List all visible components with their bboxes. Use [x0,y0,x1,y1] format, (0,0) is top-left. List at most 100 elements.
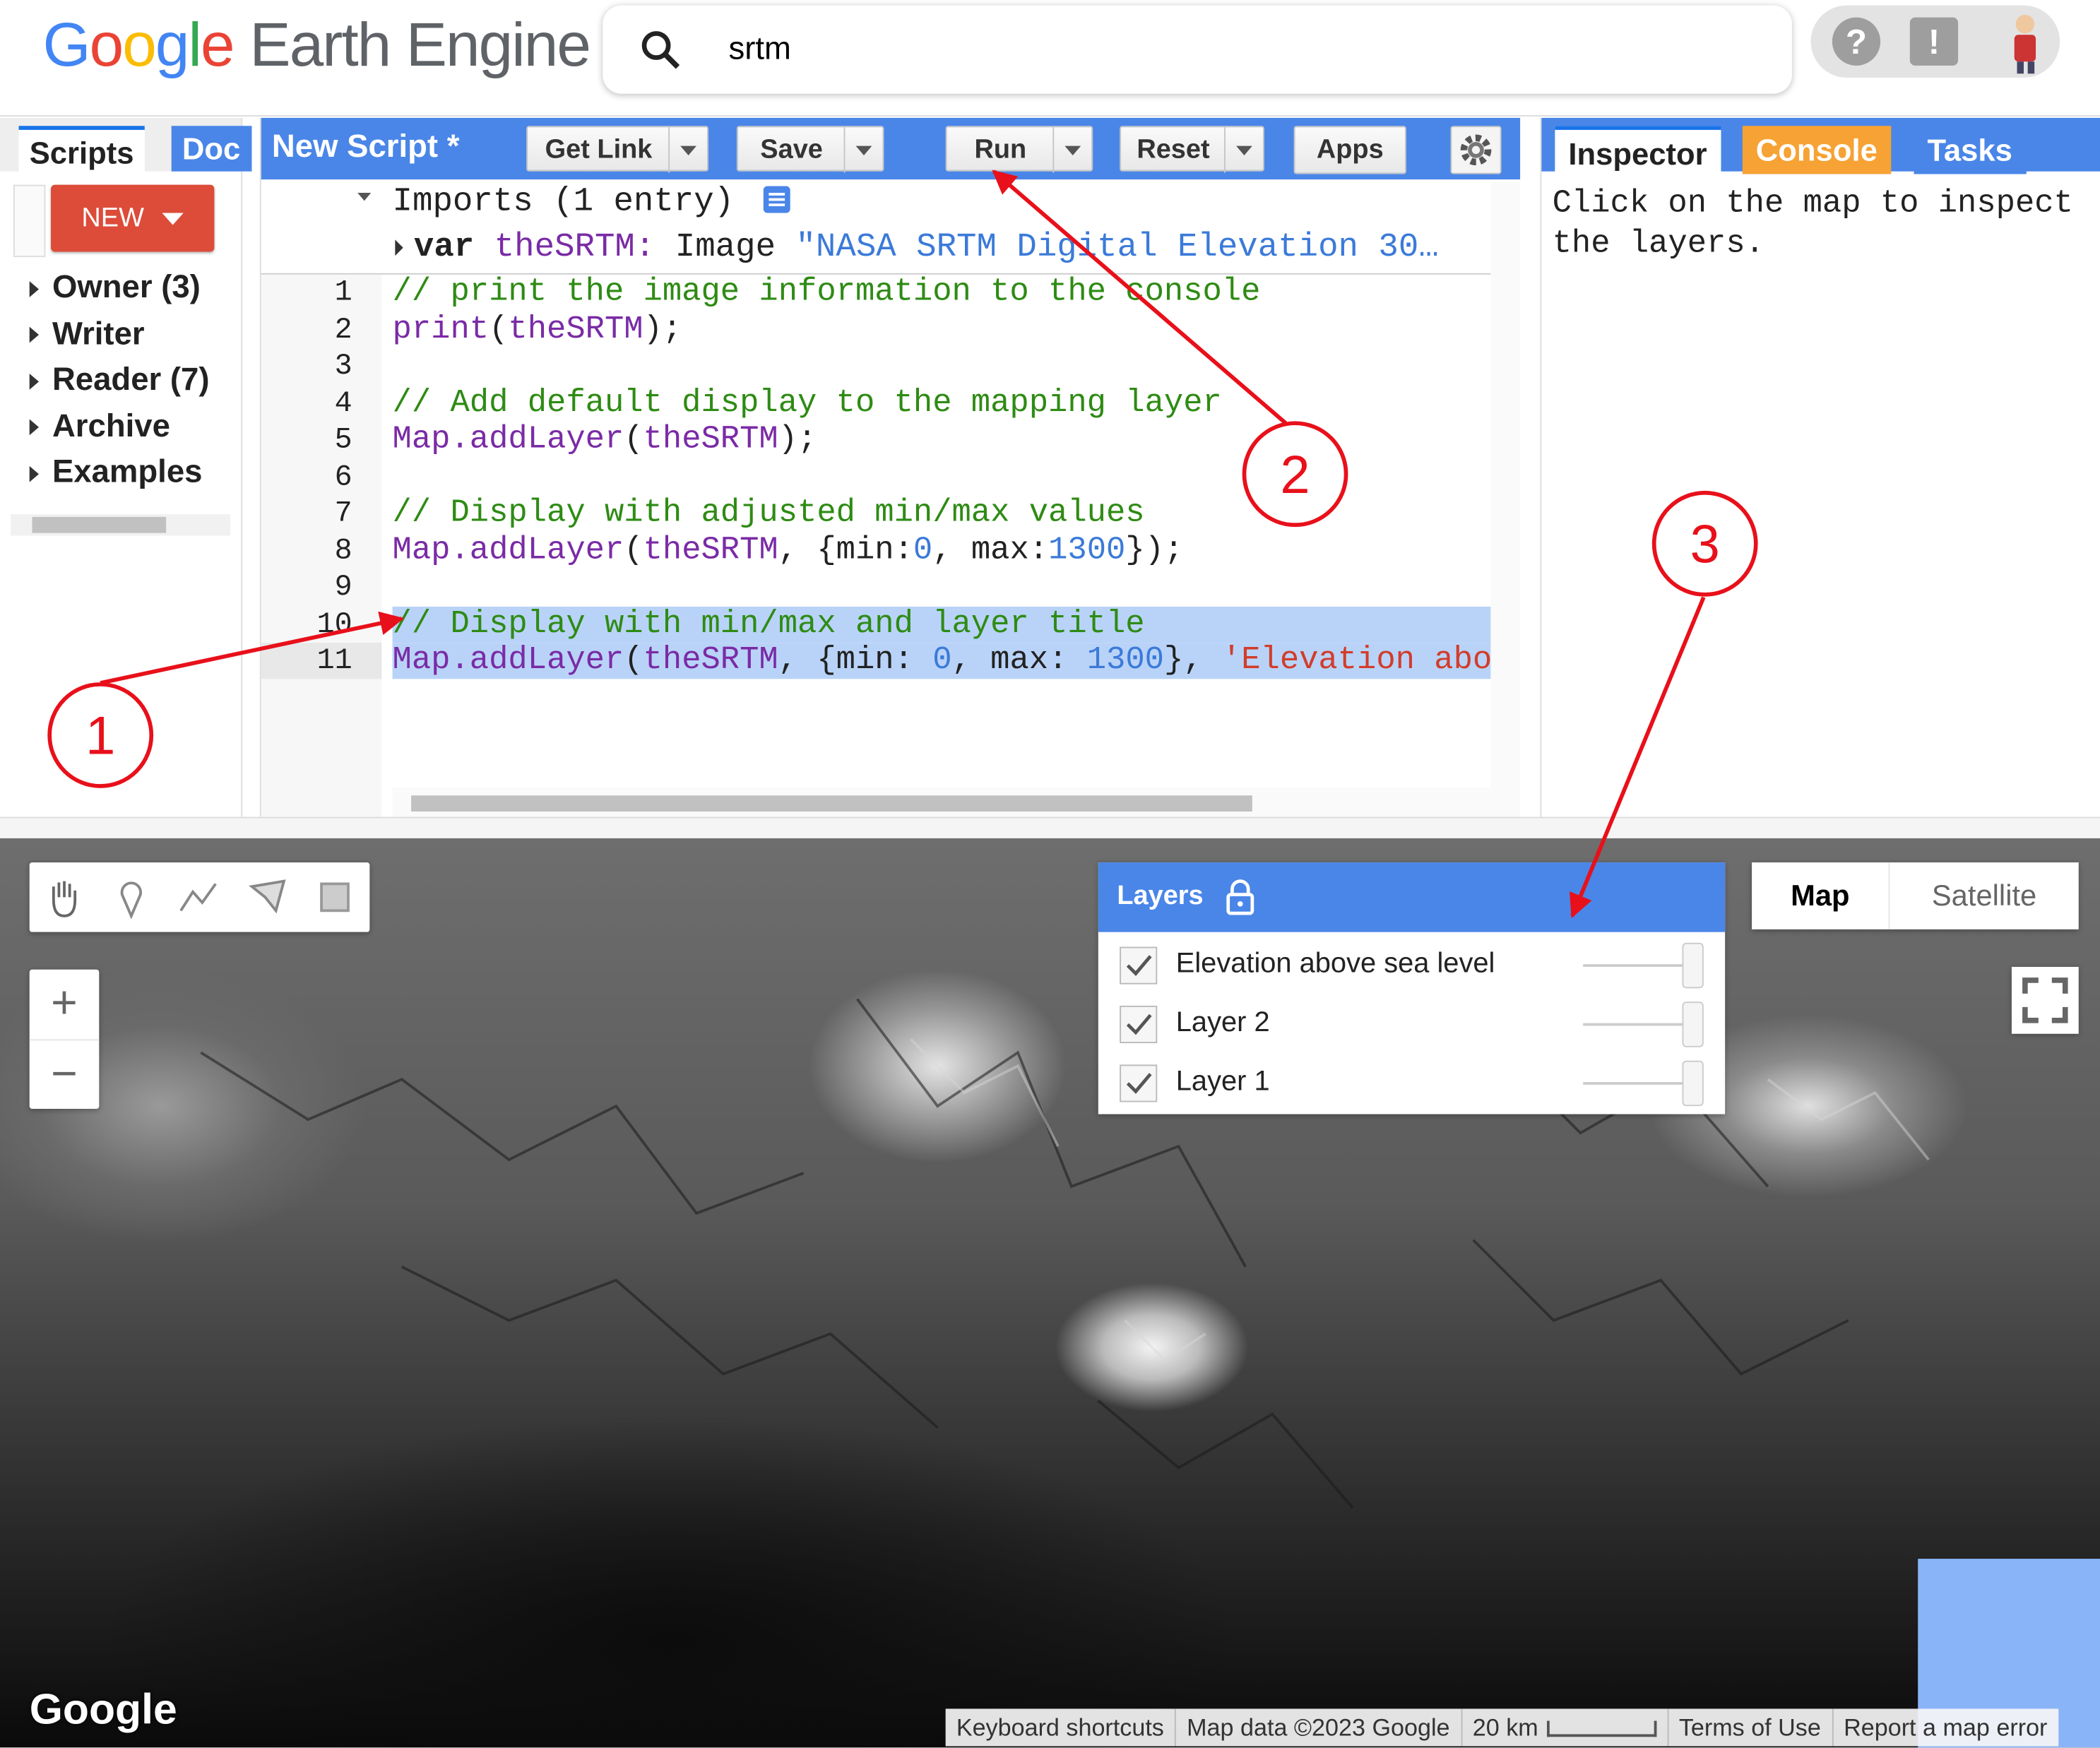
tab-console[interactable]: Console [1742,126,1891,174]
lock-icon[interactable] [1224,879,1257,916]
tree-item-reader[interactable]: Reader (7) [29,357,210,403]
code-line-11[interactable]: Map.addLayer(theSRTM, {min: 0, max: 1300… [392,643,1494,679]
code-line-2[interactable]: print(theSRTM); [393,311,682,347]
editor-horizontal-scrollbar[interactable] [392,787,1491,817]
code-token: 'Elevation abov [1221,643,1494,679]
scripts-panel: Scripts Doc NEW Owner (3) Writer Reader … [0,117,252,817]
editor-vertical-scrollbar[interactable] [1490,182,1521,817]
zoom-out-button[interactable]: − [30,1040,100,1110]
code-token: }); [1125,532,1184,569]
tree-item-owner[interactable]: Owner (3) [29,265,210,311]
tree-item-examples[interactable]: Examples [29,450,210,496]
layer-row[interactable]: Layer 1 [1098,1055,1725,1114]
map-type-map-button[interactable]: Map [1752,862,1890,929]
layer-checkbox[interactable] [1120,1064,1158,1102]
layer-checkbox[interactable] [1120,946,1158,985]
code-token: 0 [913,532,933,569]
import-var-row[interactable]: var theSRTM: Image "NASA SRTM Digital El… [395,227,1439,268]
map-type-satellite-button[interactable]: Satellite [1890,862,2078,929]
line-number: 4 [334,386,352,420]
opacity-slider[interactable] [1583,1082,1683,1085]
code-token: , {min: [778,643,933,679]
code-editor-panel: New Script * Get Link Save Run Reset App… [259,117,1521,817]
feedback-icon[interactable]: ! [1909,17,1959,66]
slider-handle[interactable] [1682,1001,1704,1047]
script-title[interactable]: New Script * [272,129,460,166]
panel-splitter[interactable] [0,816,2100,840]
hand-pan-icon[interactable] [40,873,88,921]
layer-row[interactable]: Elevation above sea level [1098,937,1725,996]
save-button[interactable]: Save [736,126,884,173]
layer-row[interactable]: Layer 2 [1098,997,1725,1055]
code-token: theSRTM [643,422,778,458]
code-line-5[interactable]: Map.addLayer(theSRTM); [393,422,817,458]
imports-header-text: Imports (1 entry) [392,182,735,221]
line-tool-icon[interactable] [174,873,222,921]
keyboard-shortcuts-link[interactable]: Keyboard shortcuts [946,1708,1176,1747]
rectangle-tool-icon[interactable] [311,873,359,921]
tab-docs[interactable]: Doc [171,126,252,172]
layers-header[interactable]: Layers [1098,862,1726,932]
slider-handle[interactable] [1682,942,1704,989]
chevron-down-icon[interactable] [668,127,707,173]
search-box[interactable] [603,5,1792,94]
tree-item-label: Reader (7) [52,361,210,398]
marker-icon[interactable] [107,873,155,921]
tree-item-label: Examples [52,453,203,490]
scale-label: 20 km [1472,1714,1538,1741]
expand-arrow-icon[interactable] [395,239,403,256]
code-line-8[interactable]: Map.addLayer(theSRTM, {min:0, max:1300})… [393,533,1184,569]
code-token: , {min: [778,532,913,569]
line-number: 5 [334,423,352,457]
code-line-4[interactable]: // Add default display to the mapping la… [393,385,1222,421]
left-horizontal-scrollbar[interactable] [11,514,231,536]
report-map-error-link[interactable]: Report a map error [1833,1708,2058,1746]
checkmark-icon [1126,955,1152,976]
fullscreen-button[interactable] [2011,966,2079,1034]
logo-letter: e [201,9,235,79]
editor-toolbar: New Script * Get Link Save Run Reset App… [261,117,1521,180]
new-button[interactable]: NEW [51,184,215,252]
logo-product-name: Earth Engine [249,9,591,79]
opacity-slider[interactable] [1583,964,1683,967]
chevron-down-icon[interactable] [1224,127,1263,173]
code-line-1[interactable]: // print the image information to the co… [393,275,1261,311]
tab-scripts[interactable]: Scripts [18,126,145,176]
tree-item-writer[interactable]: Writer [29,311,210,357]
polygon-tool-icon[interactable] [244,873,292,921]
scrollbar-thumb[interactable] [411,795,1252,812]
show-script-icon[interactable] [762,185,792,215]
line-number: 10 [316,607,352,641]
opacity-slider[interactable] [1583,1023,1683,1026]
save-label: Save [760,135,823,165]
scale-bar[interactable]: 20 km [1462,1708,1668,1747]
help-icon[interactable]: ? [1832,17,1881,66]
code-line-7[interactable]: // Display with adjusted min/max values [393,496,1145,532]
map-view[interactable]: + − Layers Elevation above sea level Lay… [0,838,2100,1748]
slider-handle[interactable] [1682,1060,1704,1107]
zoom-in-button[interactable]: + [29,970,100,1041]
get-link-button[interactable]: Get Link [526,126,709,173]
chevron-down-icon[interactable] [843,127,883,173]
tree-item-archive[interactable]: Archive [29,404,210,450]
layer-checkbox[interactable] [1120,1005,1158,1044]
code-line-10[interactable]: // Display with min/max and layer title [392,605,1494,643]
line-number: 7 [334,497,352,530]
chevron-down-icon[interactable] [1052,127,1091,173]
tab-tasks[interactable]: Tasks [1914,126,2026,174]
earth-engine-logo[interactable]: Google Earth Engine [43,8,591,80]
collapse-arrow-icon[interactable] [357,193,372,201]
scrollbar-thumb[interactable] [32,516,167,533]
tab-inspector[interactable]: Inspector [1555,126,1721,179]
expand-arrow-icon [29,419,39,436]
run-button[interactable]: Run [945,126,1093,173]
gear-icon[interactable] [1450,126,1502,174]
terms-link[interactable]: Terms of Use [1668,1708,1833,1747]
apps-button[interactable]: Apps [1293,126,1406,174]
avatar[interactable] [2001,8,2049,75]
reset-button[interactable]: Reset [1120,126,1264,173]
expand-arrow-icon [29,326,39,343]
drawing-tools [29,862,370,932]
code-token: ( [489,311,509,348]
search-input[interactable] [725,24,1669,76]
